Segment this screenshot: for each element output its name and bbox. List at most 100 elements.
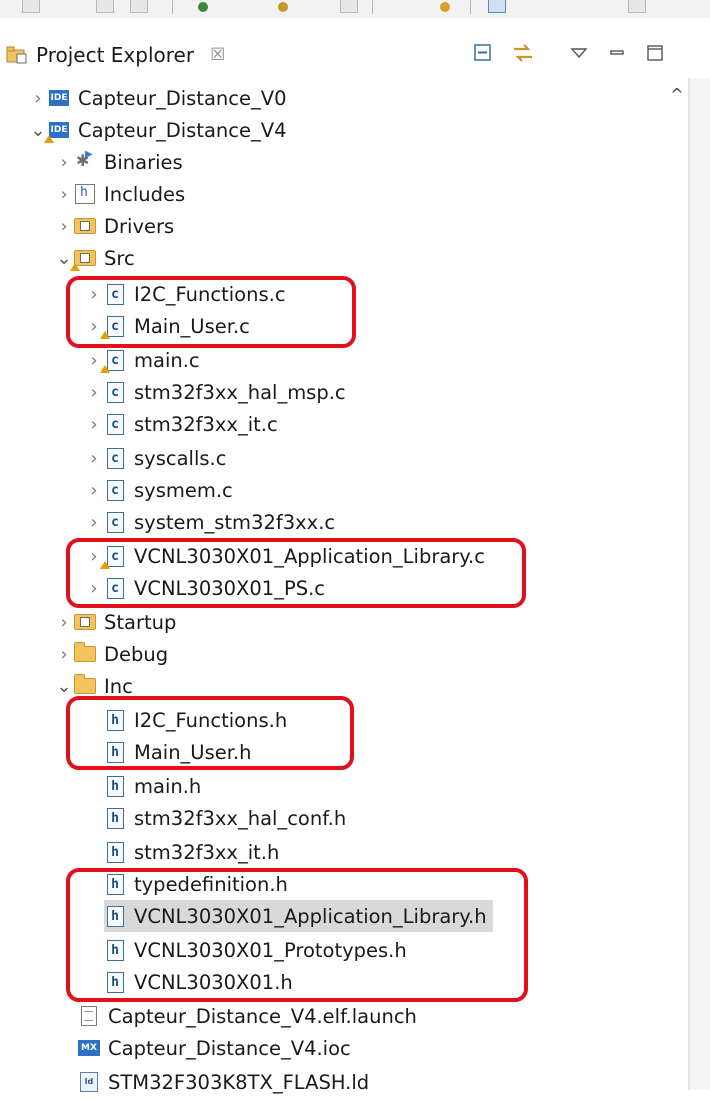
collapse-all-icon[interactable] [470, 40, 496, 66]
tree-item-label: stm32f3xx_hal_conf.h [134, 806, 347, 830]
tree-item-file[interactable]: h stm32f3xx_hal_conf.h [104, 802, 346, 834]
toolbar-icon[interactable] [130, 0, 148, 13]
main-toolbar [0, 0, 710, 19]
tree-item-folder[interactable]: › Startup [54, 606, 176, 638]
tree-item-binaries[interactable]: › Binaries [54, 146, 183, 178]
c-file-icon: c [104, 447, 126, 469]
includes-icon [74, 183, 96, 205]
source-folder-icon [74, 611, 96, 633]
tree-item-file[interactable]: h stm32f3xx_it.h [104, 836, 279, 868]
tree-item-label: Src [104, 246, 135, 270]
tree-item-project[interactable]: › IDE Capteur_Distance_V0 [28, 82, 286, 114]
tree-item-label: sysmem.c [134, 478, 233, 502]
tree-item-label: Capteur_Distance_V4.elf.launch [108, 1004, 417, 1028]
source-folder-icon [70, 247, 96, 271]
expand-chevron-icon[interactable]: › [54, 216, 74, 237]
binaries-icon [74, 149, 96, 173]
ide-project-icon: IDE [44, 119, 70, 143]
tree-item-label: STM32F303K8TX_FLASH.ld [108, 1070, 370, 1094]
ide-project-icon: IDE [48, 87, 70, 109]
view-menu-icon[interactable] [566, 40, 592, 66]
tab-project-explorer[interactable]: Project Explorer ☒ [6, 42, 225, 68]
highlight-box [66, 696, 354, 770]
expand-chevron-icon[interactable]: › [84, 414, 104, 435]
tree-item-file[interactable]: Capteur_Distance_V4.elf.launch [78, 1000, 417, 1032]
toolbar-separator [470, 0, 471, 14]
highlight-box [66, 276, 356, 348]
project-explorer-header: Project Explorer ☒ [0, 18, 710, 78]
tree-item-folder[interactable]: › Drivers [54, 210, 174, 242]
toolbar-icon[interactable] [488, 0, 506, 13]
h-file-icon: h [104, 807, 126, 829]
tree-item-file[interactable]: › c main.c [84, 344, 200, 376]
tree-item-label: Startup [104, 610, 177, 634]
expand-chevron-icon[interactable]: › [54, 612, 74, 633]
scroll-up-icon[interactable]: ^ [666, 84, 688, 106]
warning-overlay-icon [44, 135, 54, 143]
vertical-scrollbar[interactable] [690, 78, 710, 1090]
expand-chevron-icon[interactable]: › [54, 184, 74, 205]
toolbar-icon[interactable] [96, 0, 114, 13]
c-file-icon: c [100, 349, 126, 373]
tree-item-label: Binaries [104, 150, 183, 174]
maximize-icon[interactable] [642, 40, 668, 66]
tree-item-folder[interactable]: ⌄ Src [54, 242, 135, 274]
folder-icon [74, 674, 96, 697]
c-file-icon: c [104, 413, 126, 435]
tree-item-label: system_stm32f3xx.c [134, 510, 336, 534]
c-file-icon: c [104, 479, 126, 501]
tree-item-project[interactable]: ⌄ IDE Capteur_Distance_V4 [28, 114, 286, 146]
tree-item-file[interactable]: › c stm32f3xx_hal_msp.c [84, 376, 346, 408]
expand-chevron-icon[interactable]: › [54, 644, 74, 665]
tree-item-includes[interactable]: › Includes [54, 178, 185, 210]
tree-item-label: syscalls.c [134, 446, 227, 470]
tree-item-label: Capteur_Distance_V4 [78, 118, 287, 142]
toolbar-icon[interactable] [440, 2, 450, 12]
tree-item-label: Includes [104, 182, 186, 206]
expand-chevron-icon[interactable]: › [84, 480, 104, 501]
highlight-box [66, 538, 526, 608]
tree-item-label: Debug [104, 642, 169, 666]
warning-overlay-icon [70, 263, 80, 271]
expand-chevron-icon[interactable]: › [84, 448, 104, 469]
source-folder-icon [74, 215, 96, 237]
tree-item-label: stm32f3xx_it.c [134, 412, 278, 436]
toolbar-icon[interactable] [340, 0, 358, 13]
minimize-icon[interactable] [604, 40, 630, 66]
toolbar-icon[interactable] [22, 0, 40, 13]
debug-icon[interactable] [278, 2, 288, 12]
warning-overlay-icon [100, 365, 110, 373]
view-title: Project Explorer [36, 43, 195, 67]
expand-chevron-icon[interactable]: › [84, 512, 104, 533]
tree-item-label: main.h [134, 774, 202, 798]
tree-item-file[interactable]: › c syscalls.c [84, 442, 226, 474]
toolbar-separator [172, 0, 173, 14]
tree-item-file[interactable]: MX Capteur_Distance_V4.ioc [78, 1032, 351, 1064]
toolbar-icon[interactable] [628, 0, 646, 13]
link-with-editor-icon[interactable] [510, 40, 536, 66]
close-tab-icon[interactable]: ☒ [210, 45, 225, 65]
tree-item-file[interactable]: › c system_stm32f3xx.c [84, 506, 335, 538]
tree-item-label: main.c [134, 348, 200, 372]
h-file-icon: h [104, 841, 126, 863]
run-icon[interactable] [198, 2, 208, 12]
highlight-box [66, 868, 528, 1002]
tree-item-label: stm32f3xx_it.h [134, 840, 280, 864]
tree-item-label: stm32f3xx_hal_msp.c [134, 380, 346, 404]
tree-item-file[interactable]: › c stm32f3xx_it.c [84, 408, 278, 440]
expand-chevron-icon[interactable]: › [84, 382, 104, 403]
tree-item-label: Drivers [104, 214, 175, 238]
c-file-icon: c [104, 511, 126, 533]
tree-item-file[interactable]: ld STM32F303K8TX_FLASH.ld [78, 1066, 369, 1098]
collapse-chevron-icon[interactable]: ⌄ [54, 676, 74, 697]
tree-item-file[interactable]: h main.h [104, 770, 201, 802]
tree-item-file[interactable]: › c sysmem.c [84, 474, 233, 506]
tree-item-folder[interactable]: › Debug [54, 638, 168, 670]
tree-item-label: Capteur_Distance_V4.ioc [108, 1036, 351, 1060]
expand-chevron-icon[interactable]: › [28, 88, 48, 109]
h-file-icon: h [104, 775, 126, 797]
project-explorer-icon [6, 44, 28, 66]
tree-item-label: Inc [104, 674, 133, 698]
launch-file-icon [78, 1005, 100, 1027]
expand-chevron-icon[interactable]: › [54, 152, 74, 173]
